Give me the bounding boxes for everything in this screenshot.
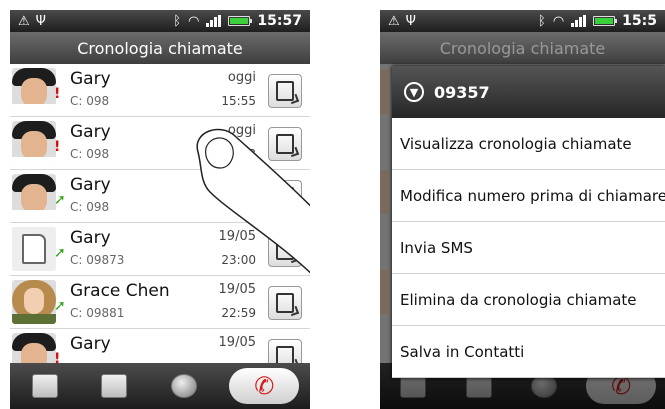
avatar [12, 121, 56, 165]
call-date: oggi [227, 123, 256, 138]
wifi-icon: ◠ [552, 13, 565, 29]
outgoing-call-icon: ➚ [54, 192, 66, 208]
compose-icon [276, 293, 294, 313]
menu-item-view-history[interactable]: Visualizza cronologia chiamate [392, 118, 665, 170]
groups-icon [170, 374, 197, 398]
compose-icon [276, 346, 294, 363]
call-list: ! Gary C: 098 oggi 15:55! Gary C: 098 oggi 15:53… [10, 64, 310, 363]
call-date: 19/05 [218, 282, 256, 297]
status-time: 15:5 [622, 13, 657, 29]
compose-icon [276, 134, 294, 154]
avatar [12, 68, 56, 112]
call-time: 23:00 [221, 253, 256, 267]
menu-header-number: 09357 [434, 82, 490, 102]
tab-favorites[interactable] [90, 368, 138, 404]
contact-number: C: 098 [70, 94, 110, 108]
send-message-button[interactable] [268, 180, 302, 214]
tab-bar: ✆ [10, 363, 310, 409]
call-row[interactable]: ! Gary C: 098 oggi 15:53 [10, 117, 310, 170]
page-title: Cronologia chiamate [10, 32, 310, 65]
avatar [12, 227, 56, 271]
tab-groups[interactable] [160, 368, 208, 404]
contact-name: Grace Chen [70, 281, 170, 301]
contact-name: Gary [70, 122, 111, 142]
warning-icon: ⚠ [18, 13, 30, 29]
bluetooth-icon: ᛒ [173, 13, 182, 29]
call-time: 15:55 [221, 94, 256, 108]
menu-item-edit-number[interactable]: Modifica numero prima di chiamare [392, 170, 665, 222]
call-row[interactable]: ➚ Gary C: 09873 19/05 23:00 [10, 223, 310, 276]
usb-icon: Ψ [35, 13, 46, 29]
outgoing-call-icon: ➚ [54, 298, 66, 314]
send-message-button[interactable] [268, 127, 302, 161]
wifi-icon: ◠ [188, 13, 200, 29]
favorites-icon [101, 374, 128, 398]
signal-icon [206, 15, 222, 27]
page-title: Cronologia chiamate [380, 32, 665, 65]
send-message-button[interactable] [268, 286, 302, 320]
contact-name: Gary [70, 69, 111, 89]
call-time: 22:59 [221, 306, 256, 320]
send-message-button[interactable] [268, 74, 302, 108]
avatar [380, 70, 388, 114]
phone-icon: ✆ [254, 372, 275, 400]
battery-icon [228, 16, 253, 26]
call-row[interactable]: ➚ Grace Chen C: 09881 19/05 22:59 [10, 276, 310, 329]
context-menu-header: ▼ 09357 [392, 66, 665, 118]
send-message-button[interactable] [268, 339, 302, 363]
compose-icon [276, 240, 294, 260]
usb-icon: Ψ [405, 13, 416, 29]
status-time: 15:57 [257, 13, 302, 29]
contact-number: C: 098 [70, 147, 110, 161]
missed-call-icon: ! [54, 139, 61, 155]
menu-item-send-sms[interactable]: Invia SMS [392, 222, 665, 274]
avatar [380, 170, 388, 214]
warning-icon: ⚠ [388, 13, 400, 29]
contact-name: Gary [70, 175, 111, 195]
contact-number: C: 098 [70, 200, 110, 214]
compose-icon [276, 81, 294, 101]
call-date: 19/05 [218, 335, 256, 350]
signal-icon [571, 15, 587, 27]
status-bar: ⚠ Ψ ᛒ ◠ 15:5 [380, 10, 665, 32]
call-row[interactable]: ➚ Gary C: 098 [10, 170, 310, 223]
bluetooth-icon: ᛒ [538, 13, 546, 29]
missed-call-icon: ! [54, 351, 61, 363]
call-row[interactable]: ! Gary C: 098 oggi 15:55 [10, 64, 310, 117]
compose-icon [276, 187, 294, 207]
call-date: 19/05 [218, 229, 256, 244]
avatar [380, 270, 388, 314]
menu-item-delete[interactable]: Elimina da cronologia chiamate [392, 274, 665, 326]
avatar [12, 280, 56, 324]
call-context-menu-screen: ⚠ Ψ ᛒ ◠ 15:5 Cronologia chiamate ✆ ▼ 093… [380, 10, 665, 409]
send-message-button[interactable] [268, 233, 302, 267]
avatar [12, 174, 56, 218]
contacts-icon [31, 374, 58, 398]
missed-call-icon: ! [54, 86, 61, 102]
call-date: oggi [227, 70, 256, 85]
outgoing-call-icon: ➚ [54, 245, 66, 261]
contact-name: Gary [70, 228, 111, 248]
avatar [12, 333, 56, 363]
contact-number: C: 09881 [70, 306, 125, 320]
tab-call-history[interactable]: ✆ [229, 368, 300, 404]
contact-number: C: 09873 [70, 253, 125, 267]
call-row[interactable]: ! Gary 19/05 [10, 329, 310, 363]
call-history-screen: ⚠ Ψ ᛒ ◠ 15:57 Cronologia chiamate ! Gary C… [10, 10, 310, 409]
battery-icon [593, 16, 618, 26]
chevron-down-icon: ▼ [404, 82, 424, 102]
contact-name: Gary [70, 334, 111, 354]
call-time: 15:53 [221, 147, 256, 161]
context-menu: ▼ 09357 Visualizza cronologia chiamate M… [392, 66, 665, 378]
status-bar: ⚠ Ψ ᛒ ◠ 15:57 [10, 10, 310, 32]
tab-contacts[interactable] [21, 368, 69, 404]
menu-item-save-contact[interactable]: Salva in Contatti [392, 326, 665, 378]
